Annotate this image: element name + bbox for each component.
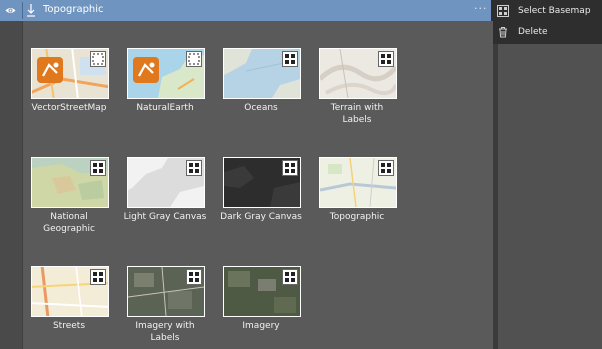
layer-title: Topographic <box>43 4 104 15</box>
basemap-thumbnail <box>319 48 397 99</box>
basemap-thumbnail <box>127 48 205 99</box>
vector-tile-icon <box>37 57 63 83</box>
download-icon[interactable] <box>24 3 38 18</box>
grid-badge-icon <box>90 269 106 285</box>
more-options-button[interactable]: ··· <box>474 3 489 14</box>
basemap-thumbnail <box>127 157 205 208</box>
vector-tile-icon <box>133 57 159 83</box>
grid-badge-icon <box>282 160 298 176</box>
menu-item-delete[interactable]: Delete <box>491 22 602 42</box>
grid-badge-icon <box>378 51 394 67</box>
basemap-label: Imagery with Labels <box>135 321 195 343</box>
basemap-thumbnail <box>223 266 301 317</box>
basemap-thumbnail <box>31 48 109 99</box>
basemap-label: Oceans <box>244 103 278 113</box>
basemap-thumbnail <box>223 157 301 208</box>
grid-badge-icon <box>186 160 202 176</box>
context-menu: Select Basemap Delete <box>491 0 602 44</box>
basemap-label: Terrain with Labels <box>330 103 384 125</box>
side-panel <box>498 0 602 349</box>
menu-item-label: Delete <box>518 27 548 37</box>
basemap-label: Topographic <box>329 212 385 222</box>
basemap-label: VectorStreetMap <box>31 103 107 113</box>
basemap-thumbnail <box>319 157 397 208</box>
basemap-thumbnail <box>127 266 205 317</box>
menu-item-label: Select Basemap <box>518 6 591 16</box>
grid-badge-icon <box>186 51 202 67</box>
basemap-label: Light Gray Canvas <box>123 212 207 222</box>
grid-badge-icon <box>90 51 106 67</box>
basemap-label: Imagery <box>242 321 280 331</box>
basemap-label: Streets <box>52 321 86 331</box>
basemap-label: National Geographic <box>43 212 95 234</box>
visibility-eye-icon[interactable] <box>5 5 16 16</box>
basemap-label: Dark Gray Canvas <box>220 212 302 222</box>
basemap-layer-header[interactable]: Topographic ··· <box>0 0 492 21</box>
grid-badge-icon <box>90 160 106 176</box>
grid-badge-icon <box>186 269 202 285</box>
header-separator <box>22 2 23 19</box>
basemap-thumbnail <box>31 266 109 317</box>
trash-icon <box>499 27 507 38</box>
basemap-label: NaturalEarth <box>136 103 194 113</box>
basemap-thumbnail <box>31 157 109 208</box>
basemap-thumbnail <box>223 48 301 99</box>
grid-badge-icon <box>378 160 394 176</box>
grid-badge-icon <box>282 51 298 67</box>
menu-item-select-basemap[interactable]: Select Basemap <box>491 1 602 21</box>
grid-badge-icon <box>282 269 298 285</box>
basemap-grid-icon <box>497 5 509 17</box>
